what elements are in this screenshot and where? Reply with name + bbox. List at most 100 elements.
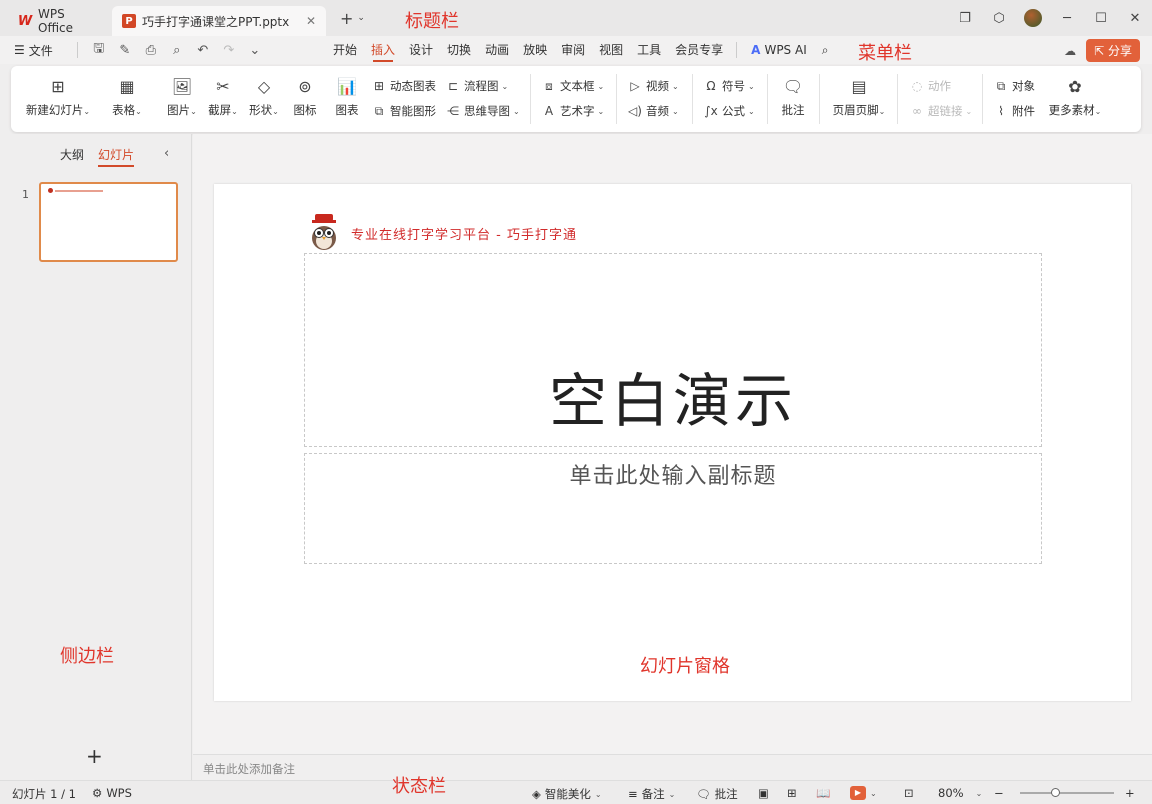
slide-thumb-number: 1 bbox=[22, 188, 29, 201]
tab-outline[interactable]: 大纲 bbox=[60, 146, 84, 163]
symbol-label: 符号 bbox=[722, 79, 745, 93]
icon-label: 图标 bbox=[293, 103, 317, 117]
attachment-button[interactable]: ⌇ 附件 bbox=[993, 103, 1035, 119]
screenshot-icon: ✂ bbox=[216, 76, 230, 96]
menu-insert[interactable]: 插入 bbox=[364, 36, 402, 64]
menu-design[interactable]: 设计 bbox=[402, 36, 440, 64]
flowchart-label: 流程图 bbox=[464, 79, 499, 93]
zoom-in-icon[interactable]: + bbox=[1125, 786, 1135, 800]
add-slide-plus-icon[interactable]: + bbox=[86, 744, 103, 768]
wordart-label: 艺术字 bbox=[560, 104, 595, 118]
zoom-out-icon[interactable]: − bbox=[994, 786, 1004, 800]
menu-animation[interactable]: 动画 bbox=[478, 36, 516, 64]
menu-transition[interactable]: 切换 bbox=[440, 36, 478, 64]
wordart-button[interactable]: A 艺术字 ⌄ bbox=[541, 103, 604, 119]
action-button[interactable]: ◌ 动作 bbox=[909, 78, 951, 94]
reading-view-icon[interactable]: 📖 bbox=[816, 786, 830, 800]
zoom-slider-handle[interactable] bbox=[1051, 788, 1060, 797]
cloud-sync-icon[interactable]: ☁ bbox=[1064, 44, 1076, 58]
dynamic-chart-button[interactable]: ⊞ 动态图表 bbox=[371, 78, 436, 94]
thumb-header-line bbox=[55, 190, 103, 192]
file-menu[interactable]: ☰ 文件 bbox=[14, 42, 53, 59]
more-chevron-icon[interactable]: ⌄ bbox=[244, 43, 266, 58]
share-button[interactable]: ⇱ 分享 bbox=[1086, 39, 1140, 62]
close-window-icon[interactable]: ✕ bbox=[1118, 11, 1152, 26]
chevron-down-icon: ⌄ bbox=[357, 13, 365, 23]
slide-sorter-icon[interactable]: ⊞ bbox=[787, 786, 797, 800]
comment-button[interactable]: 🗨 批注 bbox=[779, 66, 807, 118]
print-preview-icon[interactable]: ⌕ bbox=[166, 43, 188, 58]
fit-window-icon[interactable]: ⊡ bbox=[904, 786, 914, 800]
search-icon[interactable]: ⌕ bbox=[815, 36, 836, 64]
play-slideshow-button[interactable]: ▶ ⌄ bbox=[850, 786, 877, 800]
mindmap-button[interactable]: ⋲ 思维导图 ⌄ bbox=[445, 103, 520, 119]
screenshot-label: 截屏 bbox=[208, 103, 232, 117]
comments-toggle-label: 批注 bbox=[714, 787, 738, 801]
picture-button[interactable]: 🖼 图片⌄ bbox=[165, 66, 199, 118]
dynamic-chart-icon: ⊞ bbox=[373, 79, 385, 93]
zoom-slider[interactable] bbox=[1020, 792, 1114, 794]
formula-label: 公式 bbox=[722, 104, 745, 118]
textbox-button[interactable]: ⧈ 文本框 ⌄ bbox=[541, 78, 604, 94]
notes-toggle-button[interactable]: ≡ 备注 ⌄ bbox=[628, 786, 675, 802]
avatar[interactable] bbox=[1024, 9, 1042, 27]
new-slide-button[interactable]: ⊞ 新建幻灯片⌄ bbox=[25, 66, 91, 118]
more-material-label: 更多素材 bbox=[1048, 103, 1095, 117]
mindmap-icon: ⋲ bbox=[447, 104, 459, 118]
slide-thumbnail[interactable] bbox=[39, 182, 178, 262]
divider bbox=[616, 74, 617, 124]
menu-review[interactable]: 审阅 bbox=[554, 36, 592, 64]
owl-logo-icon bbox=[312, 214, 336, 250]
menu-view[interactable]: 视图 bbox=[592, 36, 630, 64]
title-placeholder[interactable]: 空白演示 bbox=[304, 253, 1042, 447]
comment-label: 批注 bbox=[781, 103, 805, 117]
tab-document[interactable]: P 巧手打字通课堂之PPT.pptx ✕ bbox=[112, 6, 326, 36]
slide-header-text: 专业在线打字学习平台 - 巧手打字通 bbox=[351, 228, 577, 243]
slide-canvas[interactable]: 专业在线打字学习平台 - 巧手打字通 空白演示 单击此处输入副标题 bbox=[214, 184, 1131, 701]
video-button[interactable]: ▷ 视频 ⌄ bbox=[627, 78, 678, 94]
format-painter-icon[interactable]: ✎ bbox=[114, 43, 136, 58]
tab-wps-office[interactable]: W WPS Office bbox=[8, 6, 112, 36]
menu-member[interactable]: 会员专享 bbox=[668, 36, 730, 64]
save-icon[interactable]: 🖫 bbox=[88, 39, 110, 61]
wps-status[interactable]: ⚙ WPS bbox=[92, 786, 132, 800]
formula-button[interactable]: ∫x 公式 ⌄ bbox=[703, 103, 754, 119]
object-button[interactable]: ⧉ 对象 bbox=[993, 78, 1035, 94]
chart-button[interactable]: 📊 图表 bbox=[333, 66, 361, 118]
shape-button[interactable]: ◇ 形状⌄ bbox=[247, 66, 281, 118]
minimize-icon[interactable]: ─ bbox=[1050, 11, 1084, 26]
menu-start[interactable]: 开始 bbox=[326, 36, 364, 64]
smart-beautify-button[interactable]: ◈ 智能美化 ⌄ bbox=[532, 786, 602, 802]
redo-icon[interactable]: ↷ bbox=[218, 43, 240, 58]
window-switch-icon[interactable]: ❐ bbox=[948, 11, 982, 26]
print-icon[interactable]: ⎙ bbox=[140, 43, 162, 58]
flowchart-button[interactable]: ⊏ 流程图 ⌄ bbox=[445, 78, 508, 94]
subtitle-placeholder[interactable]: 单击此处输入副标题 bbox=[304, 453, 1042, 564]
tab-slides[interactable]: 幻灯片 bbox=[98, 146, 135, 167]
symbol-button[interactable]: Ω 符号 ⌄ bbox=[703, 78, 754, 94]
undo-icon[interactable]: ↶ bbox=[192, 43, 214, 58]
audio-button[interactable]: ◁) 音频 ⌄ bbox=[627, 103, 679, 119]
new-tab-button[interactable]: + ⌄ bbox=[340, 9, 365, 28]
wps-ai-button[interactable]: A WPS AI bbox=[743, 43, 815, 57]
notes-icon: ≡ bbox=[628, 787, 638, 801]
hyperlink-button[interactable]: ∞ 超链接 ⌄ bbox=[909, 103, 972, 119]
header-footer-button[interactable]: ▤ 页眉页脚⌄ bbox=[831, 66, 887, 118]
table-button[interactable]: ▦ 表格⌄ bbox=[109, 66, 145, 118]
maximize-icon[interactable]: ☐ bbox=[1084, 11, 1118, 26]
divider bbox=[736, 42, 738, 58]
normal-view-icon[interactable]: ▣ bbox=[758, 786, 769, 800]
smart-art-button[interactable]: ⧉ 智能图形 bbox=[371, 103, 436, 119]
screenshot-button[interactable]: ✂ 截屏⌄ bbox=[206, 66, 240, 118]
more-material-button[interactable]: ✿ 更多素材⌄ bbox=[1047, 66, 1103, 118]
chart-label: 图表 bbox=[335, 103, 359, 117]
menu-tools[interactable]: 工具 bbox=[630, 36, 668, 64]
zoom-dropdown[interactable]: 80% ⌄ bbox=[938, 786, 982, 800]
close-tab-icon[interactable]: ✕ bbox=[306, 14, 316, 28]
chevron-left-icon[interactable]: ‹ bbox=[164, 146, 169, 161]
icon-button[interactable]: ⊚ 图标 bbox=[291, 66, 319, 118]
cube-icon[interactable]: ⬡ bbox=[982, 11, 1016, 26]
comments-toggle-button[interactable]: 🗨 批注 bbox=[696, 786, 738, 802]
notes-input[interactable]: 单击此处添加备注 bbox=[193, 754, 1152, 780]
menu-slideshow[interactable]: 放映 bbox=[516, 36, 554, 64]
